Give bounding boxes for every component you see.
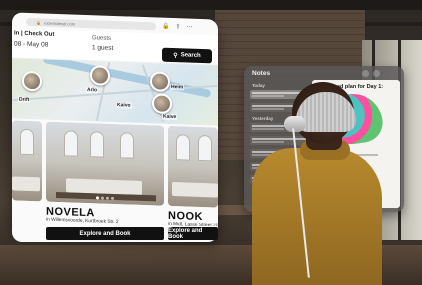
search-icon: ⚲: [173, 52, 178, 59]
ceiling-beam: [0, 0, 422, 10]
explore-and-book-button[interactable]: Explore and Book: [46, 227, 164, 240]
map-label: Heim: [170, 83, 185, 91]
map-pin[interactable]: [90, 65, 110, 86]
map[interactable]: Drift Arlo Kaivo Heim Kaive: [12, 58, 218, 126]
hotel-card[interactable]: [168, 125, 218, 208]
photo-pager[interactable]: [96, 196, 114, 200]
checkout-label: In | Check Out: [14, 30, 55, 38]
notes-toolbar: [362, 70, 380, 77]
compose-icon[interactable]: [373, 70, 380, 77]
map-pin[interactable]: [22, 70, 42, 92]
explore-and-book-button[interactable]: Explore and Book: [168, 227, 218, 240]
more-icon[interactable]: ⋯: [187, 23, 193, 30]
share-icon[interactable]: ⇧: [175, 23, 180, 30]
lock-icon: 🔒: [36, 19, 41, 25]
hotel-location: in Willemsvoorde, Kortbroek Str. 2: [46, 217, 119, 226]
guests-field[interactable]: 1 guest: [92, 44, 113, 52]
hotel-photo: [46, 121, 164, 206]
map-label: Kaive: [162, 113, 178, 121]
map-label: Arlo: [86, 86, 98, 94]
guests-label: Guests: [92, 35, 112, 42]
url-text: rocketsitesdr.com: [43, 20, 76, 27]
headset-visor: [284, 116, 306, 132]
map-pin[interactable]: [150, 71, 170, 92]
map-label: Drift: [18, 96, 31, 104]
url-bar[interactable]: 🔒 rocketsitesdr.com: [26, 17, 156, 31]
dates-field[interactable]: 08 - May 08: [14, 40, 48, 48]
booking-footer: Explore and Book Explore and Book: [12, 226, 218, 242]
notes-title: Notes: [252, 70, 271, 77]
lock-icon[interactable]: 🔒: [162, 23, 169, 30]
note-item[interactable]: [250, 136, 308, 145]
hotel-card[interactable]: [46, 121, 164, 206]
hotel-card-partial[interactable]: [12, 120, 42, 202]
booking-app-window: 🔒 rocketsitesdr.com 🔒 ⇧ ⋯ In | Check Out…: [12, 12, 218, 242]
hotel-photo: [168, 125, 218, 208]
share-icon[interactable]: [362, 70, 369, 77]
map-pin[interactable]: [152, 93, 172, 114]
search-button[interactable]: ⚲ Search: [162, 47, 212, 64]
person-jacket: [252, 148, 382, 285]
map-label: Kaivo: [116, 102, 132, 109]
search-button-label: Search: [180, 52, 201, 59]
section-header: Today: [252, 83, 265, 88]
